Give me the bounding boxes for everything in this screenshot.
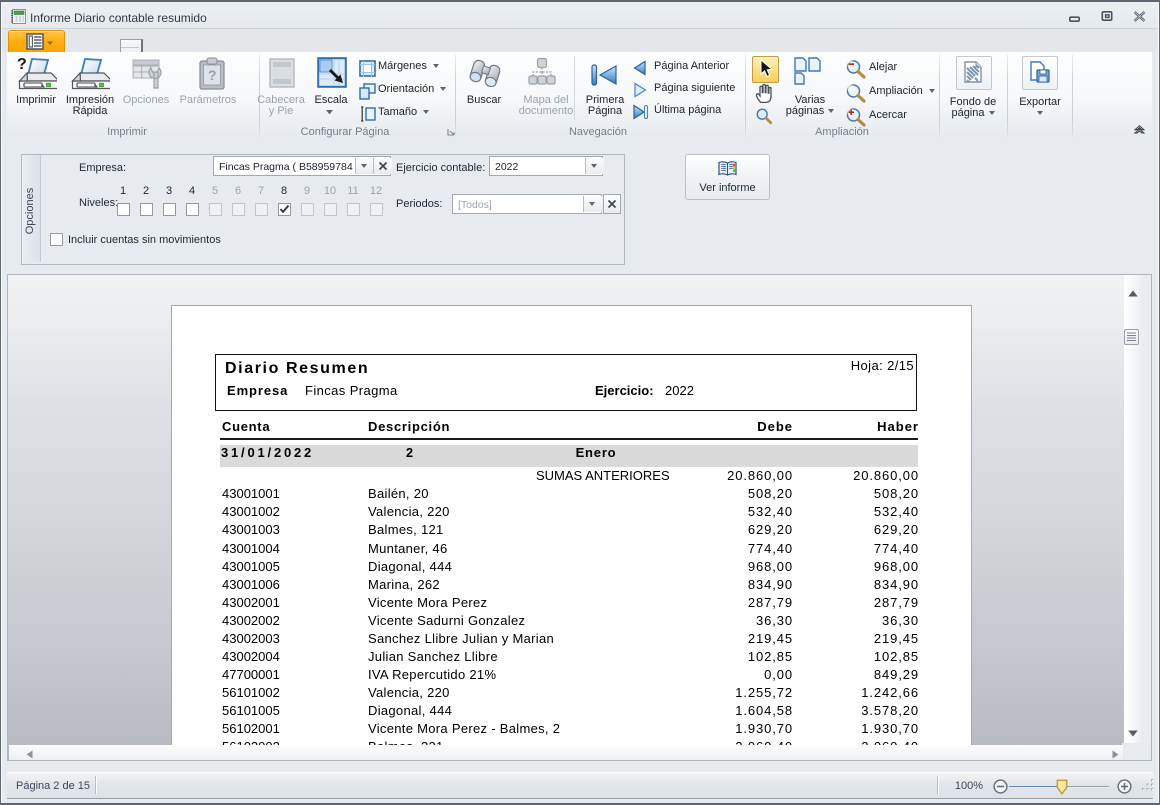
- svg-text:?: ?: [208, 67, 217, 83]
- svg-text:?: ?: [17, 56, 27, 73]
